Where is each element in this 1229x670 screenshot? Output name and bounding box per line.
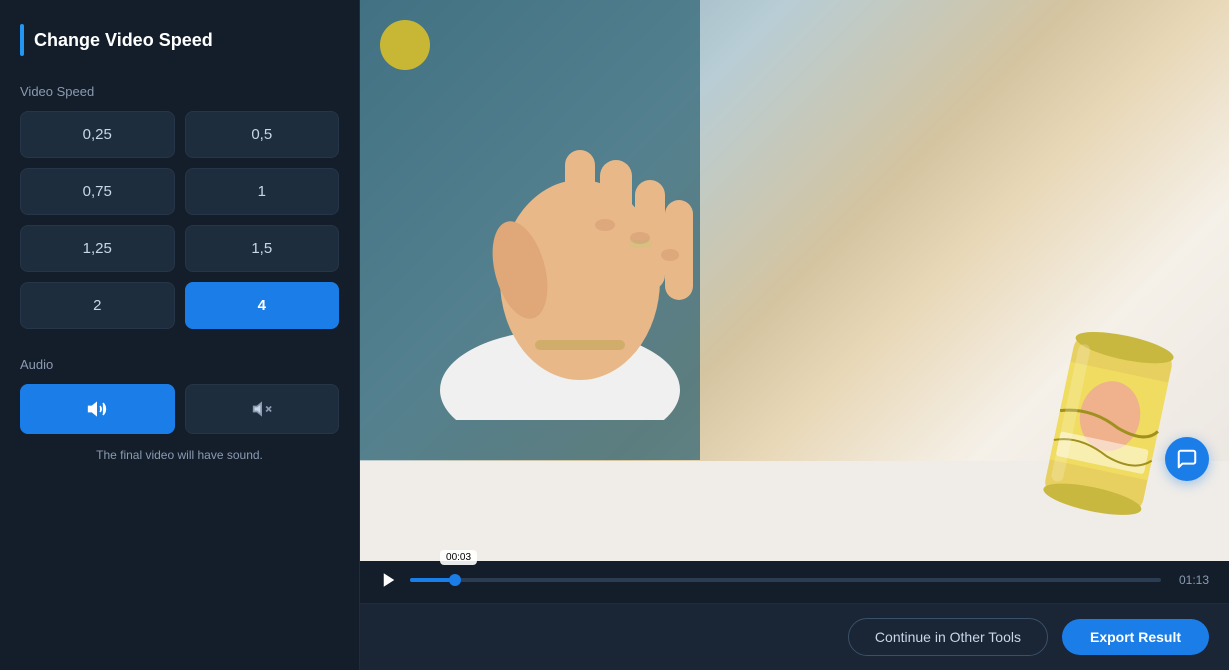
left-panel: Change Video Speed Video Speed 0,25 0,5 …	[0, 0, 360, 670]
speed-grid: 0,25 0,5 0,75 1 1,25 1,5 2 4	[20, 111, 339, 329]
audio-mute-btn[interactable]	[185, 384, 340, 434]
continue-other-tools-button[interactable]: Continue in Other Tools	[848, 618, 1048, 656]
audio-grid	[20, 384, 339, 434]
audio-label: Audio	[20, 357, 339, 372]
time-end: 01:13	[1173, 573, 1209, 587]
speed-btn-025[interactable]: 0,25	[20, 111, 175, 158]
speed-btn-2[interactable]: 2	[20, 282, 175, 329]
controls-bar: 00:03 01:13	[360, 561, 1229, 603]
speed-btn-1[interactable]: 1	[185, 168, 340, 215]
progress-row: 00:03 01:13	[380, 571, 1209, 589]
shelf-item	[380, 20, 430, 70]
speed-btn-125[interactable]: 1,25	[20, 225, 175, 272]
chat-bubble-btn[interactable]	[1165, 437, 1209, 481]
speaker-icon	[87, 399, 107, 419]
title-accent-bar	[20, 24, 24, 56]
bottom-bar: Continue in Other Tools Export Result	[360, 603, 1229, 670]
progress-thumb	[449, 574, 461, 586]
right-panel: 00:03 01:13 Continue in Other Tools Expo…	[360, 0, 1229, 670]
speed-btn-15[interactable]: 1,5	[185, 225, 340, 272]
play-button[interactable]	[380, 571, 398, 589]
panel-title: Change Video Speed	[34, 30, 213, 51]
chat-icon	[1176, 448, 1198, 470]
audio-section: Audio The final video will have sound.	[20, 357, 339, 462]
export-result-button[interactable]: Export Result	[1062, 619, 1209, 655]
speed-btn-05[interactable]: 0,5	[185, 111, 340, 158]
play-icon	[380, 571, 398, 589]
time-tooltip: 00:03	[440, 550, 477, 565]
progress-fill	[410, 578, 455, 582]
audio-sound-on-btn[interactable]	[20, 384, 175, 434]
speed-btn-075[interactable]: 0,75	[20, 168, 175, 215]
video-area	[360, 0, 1229, 561]
hand-visual	[440, 60, 720, 420]
progress-track[interactable]: 00:03	[410, 578, 1161, 582]
speed-btn-4[interactable]: 4	[185, 282, 340, 329]
mute-icon	[252, 399, 272, 419]
video-frame	[360, 0, 1229, 561]
video-speed-label: Video Speed	[20, 84, 339, 99]
panel-title-wrapper: Change Video Speed	[20, 24, 339, 56]
audio-note: The final video will have sound.	[20, 448, 339, 462]
can-visual	[1039, 321, 1179, 521]
